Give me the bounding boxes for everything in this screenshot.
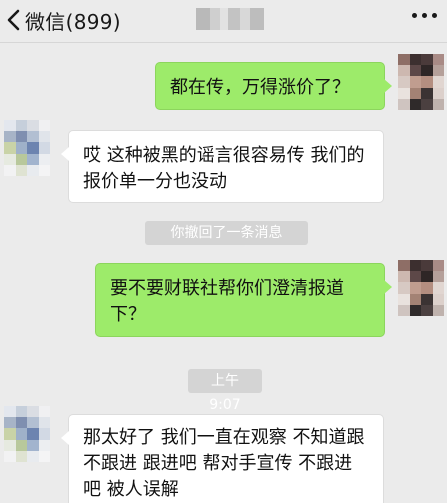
- sent-message-bubble[interactable]: 要不要财联社帮你们澄清报道下？: [95, 263, 392, 337]
- contact-avatar[interactable]: [4, 120, 50, 176]
- more-dots-icon[interactable]: [412, 13, 437, 18]
- nav-bar: 微信(899): [0, 0, 447, 43]
- contact-avatar[interactable]: [4, 406, 50, 462]
- back-label: 微信(899): [25, 9, 121, 34]
- back-button[interactable]: 微信(899): [6, 5, 121, 35]
- chevron-left-icon: [7, 9, 20, 31]
- my-avatar[interactable]: [398, 54, 444, 110]
- sent-message-bubble[interactable]: 都在传，万得涨价了？: [155, 62, 392, 110]
- recall-notice: 你撤回了一条消息: [145, 221, 308, 245]
- received-message-bubble[interactable]: 那太好了 我们一直在观察 不知道跟不跟进 跟进吧 帮对手宣传 不跟进吧 被人误解: [61, 414, 384, 503]
- my-avatar[interactable]: [398, 260, 444, 316]
- timestamp: 上午9:07: [188, 369, 262, 413]
- chat-screen: 微信(899) 都在传，万得涨价了？ 哎 这种被黑的谣言很容易传 我们的报价单一…: [0, 0, 447, 503]
- chat-title-blurred: [196, 8, 264, 30]
- received-message-bubble[interactable]: 哎 这种被黑的谣言很容易传 我们的报价单一分也没动: [61, 130, 384, 203]
